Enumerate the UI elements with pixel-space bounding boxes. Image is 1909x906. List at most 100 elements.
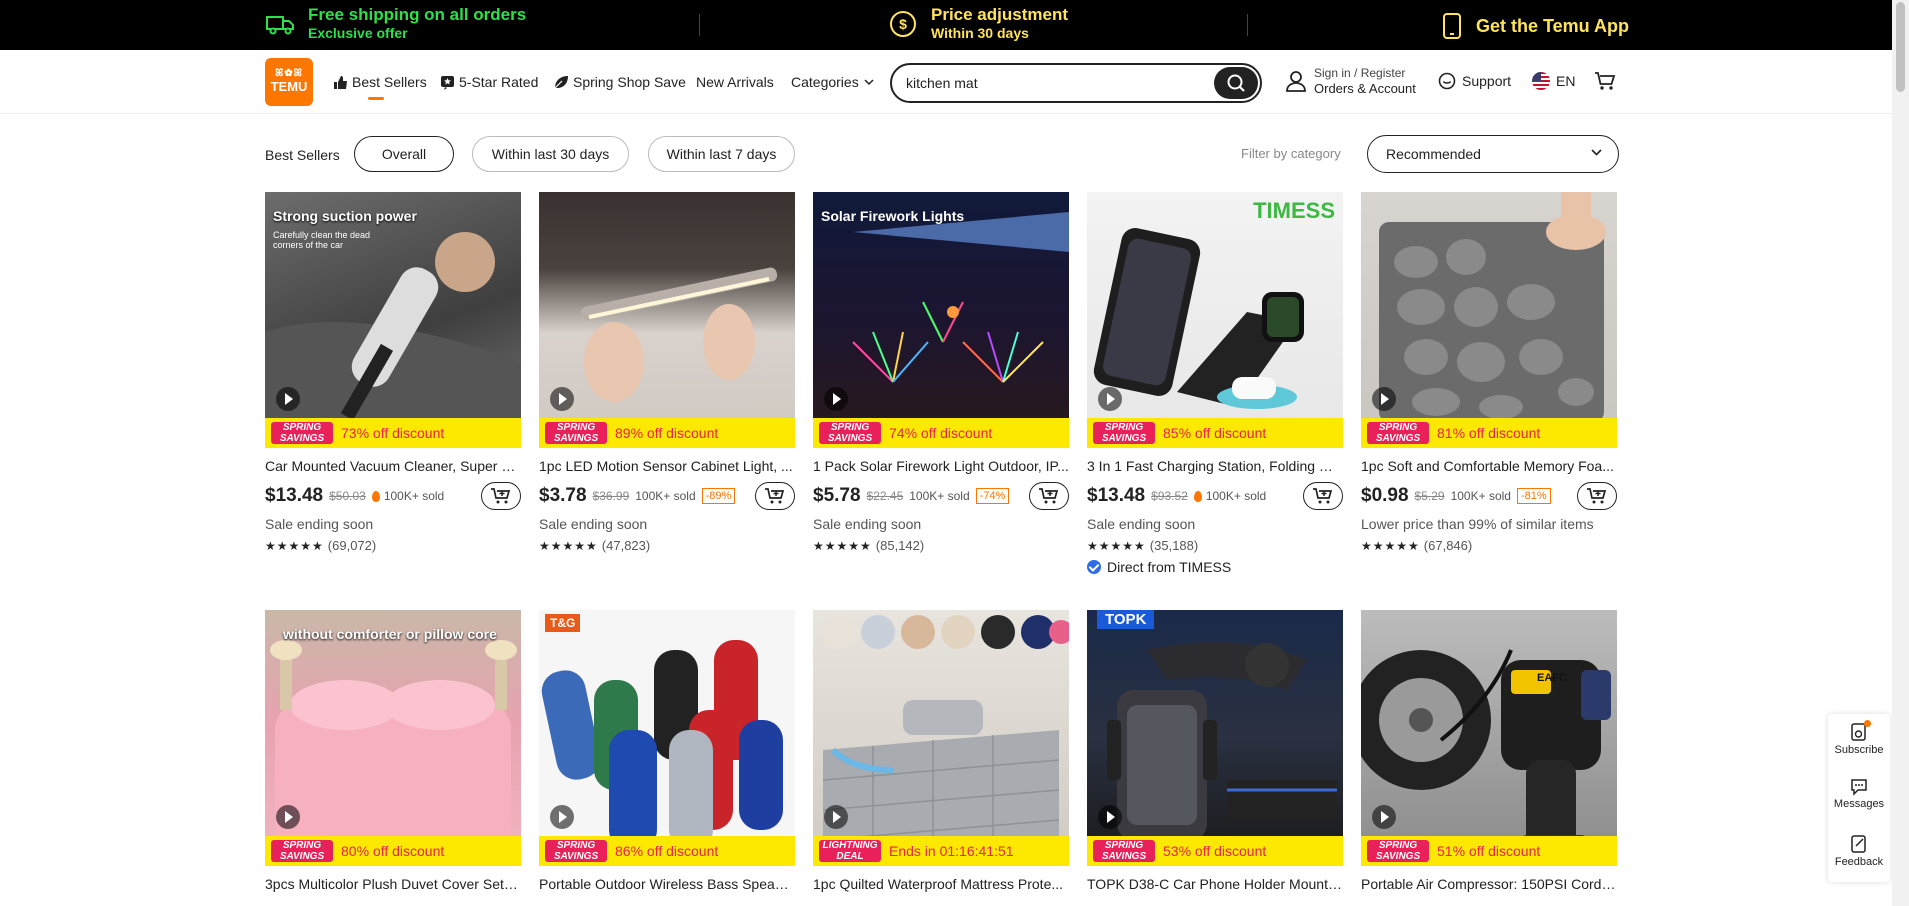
play-icon[interactable] [1098, 805, 1122, 829]
filter-label: Best Sellers [265, 147, 340, 163]
play-icon[interactable] [1372, 805, 1396, 829]
product-title[interactable]: Portable Air Compressor: 150PSI Cordle..… [1361, 876, 1617, 892]
product-image[interactable]: T&G SPRING SAVINGS 86% off discount [539, 610, 795, 866]
product-image[interactable]: EAFC SPRING SAVINGS 51% off discount [1361, 610, 1617, 866]
product-title[interactable]: 3 In 1 Fast Charging Station, Folding Wi… [1087, 458, 1343, 474]
product-title[interactable]: 1 Pack Solar Firework Light Outdoor, IP.… [813, 458, 1069, 474]
add-to-cart-button[interactable] [755, 482, 795, 510]
nav-5-star-rated[interactable]: 5-Star Rated [440, 74, 538, 90]
page-scrollbar[interactable] [1892, 0, 1909, 906]
product-title[interactable]: 1pc Soft and Comfortable Memory Foa... [1361, 458, 1617, 474]
product-card[interactable]: T&G SPRING SAVINGS 86% off discount Port… [539, 610, 795, 892]
play-icon[interactable] [550, 387, 574, 411]
nav-categories[interactable]: Categories [791, 74, 878, 90]
price-adjustment-promo[interactable]: $ Price adjustment Within 30 days [889, 6, 1068, 42]
play-icon[interactable] [1098, 387, 1122, 411]
product-title[interactable]: 3pcs Multicolor Plush Duvet Cover Set -.… [265, 876, 521, 892]
stars-icon: ★★★★★ [265, 538, 324, 553]
messages-label: Messages [1833, 798, 1885, 810]
add-to-cart-button[interactable] [1303, 482, 1343, 510]
direct-from-brand[interactable]: Direct from TIMESS [1087, 559, 1343, 575]
sort-dropdown[interactable]: Recommended [1367, 135, 1619, 173]
play-icon[interactable] [550, 805, 574, 829]
play-icon[interactable] [824, 805, 848, 829]
product-title[interactable]: TOPK D38-C Car Phone Holder Mount, ... [1087, 876, 1343, 892]
nav-label: Spring Shop Save [573, 74, 686, 90]
messages-button[interactable]: Messages [1828, 778, 1890, 810]
fire-icon [1193, 490, 1202, 502]
nav-spring-shop-save[interactable]: Spring Shop Save [553, 74, 686, 90]
search-input[interactable] [906, 73, 1196, 93]
product-image[interactable]: SPRING SAVINGS 81% off discount [1361, 192, 1617, 448]
sold-count: 100K+ sold [1450, 489, 1511, 503]
product-image[interactable]: LIGHTNING DEAL Ends in 01:16:41:51 [813, 610, 1069, 866]
language-selector[interactable]: EN [1532, 72, 1575, 90]
product-image[interactable]: Strong suction power Carefully clean the… [265, 192, 521, 448]
product-card[interactable]: EAFC SPRING SAVINGS 51% off discount Por… [1361, 610, 1617, 892]
signin-label: Sign in / Register [1314, 66, 1406, 80]
header: ꕤ✿ꕤ TEMU Best Sellers 5-Star Rated Sprin… [0, 50, 1892, 114]
filter-by-category[interactable]: Filter by category [1241, 146, 1341, 161]
cart-plus-icon [1313, 488, 1333, 504]
product-card[interactable]: TOPK SPRING SAVINGS 53% off discount TOP… [1087, 610, 1343, 892]
original-price: $36.99 [592, 489, 630, 503]
sort-value: Recommended [1386, 146, 1481, 162]
play-icon[interactable] [276, 387, 300, 411]
pill-last-7-days[interactable]: Within last 7 days [648, 136, 795, 172]
scrollbar-thumb[interactable] [1896, 2, 1905, 92]
brand-logo: TIMESS [1253, 198, 1335, 223]
product-card[interactable]: Strong suction power Carefully clean the… [265, 192, 521, 553]
cart-button[interactable] [1594, 71, 1616, 96]
promo-divider [1247, 14, 1248, 36]
product-image[interactable]: TOPK SPRING SAVINGS 53% off discount [1087, 610, 1343, 866]
account-menu[interactable]: Sign in / Register Orders & Account [1286, 66, 1416, 96]
star-badge-icon [441, 75, 454, 90]
product-title[interactable]: 1pc Quilted Waterproof Mattress Prote... [813, 876, 1069, 892]
play-icon[interactable] [824, 387, 848, 411]
nav-best-sellers[interactable]: Best Sellers [333, 74, 427, 90]
shipping-title: Free shipping on all orders [308, 5, 527, 24]
duvet-illustration [270, 640, 517, 866]
rating: ★★★★★ (35,188) [1087, 538, 1343, 553]
product-image[interactable]: without comforter or pillow core SPRING … [265, 610, 521, 866]
pill-overall[interactable]: Overall [354, 136, 454, 172]
temu-logo[interactable]: ꕤ✿ꕤ TEMU [265, 58, 313, 106]
free-shipping-promo[interactable]: Free shipping on all orders Exclusive of… [266, 6, 526, 42]
discount-banner: SPRING SAVINGS 73% off discount [265, 418, 521, 448]
product-card[interactable]: SPRING SAVINGS 89% off discount 1pc LED … [539, 192, 795, 553]
nav-new-arrivals[interactable]: New Arrivals [696, 74, 774, 90]
original-price: $93.52 [1151, 489, 1188, 503]
image-caption: Strong suction power [273, 208, 417, 224]
product-image[interactable]: Solar Firework Lights SPRING SAVINGS 74%… [813, 192, 1069, 448]
review-count: (85,142) [875, 538, 925, 553]
search-button[interactable] [1214, 67, 1258, 99]
discount-banner: SPRING SAVINGS 85% off discount [1087, 418, 1343, 448]
product-title[interactable]: Car Mounted Vacuum Cleaner, Super St... [265, 458, 521, 474]
spring-savings-badge: SPRING SAVINGS [1367, 840, 1429, 862]
product-card[interactable]: without comforter or pillow core SPRING … [265, 610, 521, 892]
support-link[interactable]: Support [1438, 72, 1511, 90]
product-card[interactable]: Solar Firework Lights SPRING SAVINGS 74%… [813, 192, 1069, 553]
add-to-cart-button[interactable] [1029, 482, 1069, 510]
play-icon[interactable] [276, 805, 300, 829]
product-title[interactable]: Portable Outdoor Wireless Bass Speake... [539, 876, 795, 892]
get-app-promo[interactable]: Get the Temu App [1442, 13, 1629, 39]
sale-note: Sale ending soon [539, 516, 648, 532]
product-image[interactable]: TIMESS SPRING SAVINGS 85% off discount [1087, 192, 1343, 448]
feedback-button[interactable]: Feedback [1828, 834, 1890, 868]
logo-text: TEMU [270, 79, 308, 94]
play-icon[interactable] [1372, 387, 1396, 411]
product-title[interactable]: 1pc LED Motion Sensor Cabinet Light, ... [539, 458, 795, 474]
price-row: $13.48 $50.03 100K+ sold [265, 482, 521, 510]
chevron-down-icon [864, 78, 874, 85]
product-card[interactable]: TIMESS SPRING SAVINGS 85% off discount 3… [1087, 192, 1343, 575]
product-card[interactable]: SPRING SAVINGS 81% off discount 1pc Soft… [1361, 192, 1617, 553]
add-to-cart-button[interactable] [1577, 482, 1617, 510]
pill-last-30-days[interactable]: Within last 30 days [472, 136, 629, 172]
add-to-cart-button[interactable] [481, 482, 521, 510]
subscribe-button[interactable]: Subscribe [1828, 720, 1890, 756]
search-icon [1227, 74, 1245, 92]
air-compressor-illustration [1361, 649, 1611, 865]
product-card[interactable]: LIGHTNING DEAL Ends in 01:16:41:51 1pc Q… [813, 610, 1069, 892]
product-image[interactable]: SPRING SAVINGS 89% off discount [539, 192, 795, 448]
